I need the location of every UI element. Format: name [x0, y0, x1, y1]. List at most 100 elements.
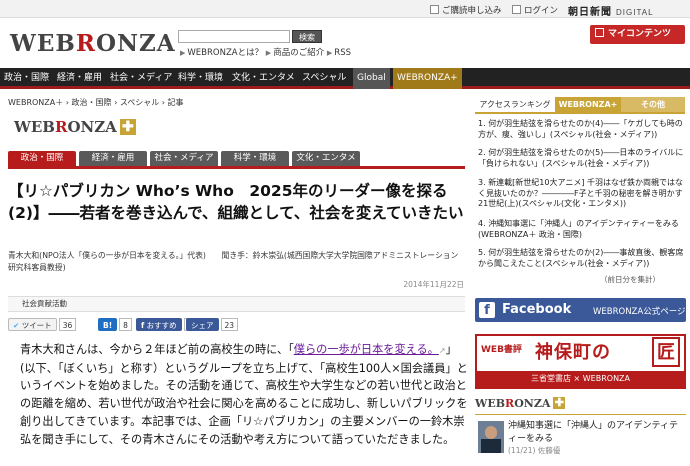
nav-item-special[interactable]: スペシャル	[302, 68, 346, 89]
register-icon	[430, 5, 439, 14]
tab-science[interactable]: 科学・環境	[221, 151, 289, 166]
logo-part: WEB	[10, 30, 76, 57]
ranking-number: 5	[478, 248, 484, 257]
logo-part: ONZA	[67, 118, 117, 136]
hatena-count: 8	[119, 318, 132, 331]
ranking-text: 沖縄知事選に「沖縄人」のアイデンティティーをみる(WEBRONZA＋ 政治・国際…	[478, 219, 679, 239]
logo-part: R	[505, 397, 515, 410]
nav-item-economy[interactable]: 経済・雇用	[57, 68, 102, 89]
site-logo[interactable]: WEBRONZA	[10, 30, 176, 57]
ranking-text: 新連載[新世紀10大アニメ] 千羽はなぜ鉄か両親ではなく見抜いたのか？――――F…	[478, 178, 683, 208]
ranking-text: 何が羽生結弦を滑らせたのか(2)――事故直後、観客席から聞こえたこと(スペシャル…	[478, 248, 684, 268]
bag-icon	[595, 28, 604, 37]
webronza-plus-logo-small: WEBRONZA ✚	[475, 396, 566, 410]
logo-part: WEB	[14, 118, 55, 136]
nav-item-webronza-plus[interactable]: WEBRONZA+	[393, 68, 462, 89]
fb-like-button[interactable]: f おすすめ	[136, 318, 182, 331]
logo-part: R	[54, 118, 68, 136]
products-link[interactable]: 商品のご紹介	[273, 48, 324, 58]
tweet-widget[interactable]: ✔ ツイート 36	[8, 318, 77, 331]
facebook-subtitle: WEBRONZA公式ページ	[593, 307, 686, 317]
featured-meta: (11/21) 佐藤優	[508, 446, 561, 455]
search-button[interactable]: 検索	[292, 30, 322, 43]
rss-link[interactable]: RSS	[334, 48, 351, 58]
article-author: 青木大和(NPO法人「僕らの一歩が日本を変える。」代表) 聞き手：鈴木崇弘(城西…	[8, 251, 459, 272]
webronza-plus-logo: WEBRONZA ✚	[14, 118, 136, 136]
plus-icon: ✚	[553, 396, 566, 409]
header-links: ▶ WEBRONZAとは？ ▶ 商品のご紹介 ▶ RSS	[180, 46, 351, 58]
logo-part: WEB	[475, 397, 506, 410]
jinbo-banner[interactable]: WEB書評 神保町の 匠 三省堂書店 × WEBRONZA	[475, 334, 686, 389]
tab-webronza-plus[interactable]: WEBRONZA+	[555, 97, 621, 112]
register-label: ご購読申し込み	[442, 6, 502, 16]
triangle-icon: ▶	[265, 49, 272, 57]
featured-article[interactable]: 沖縄知事選に「沖縄人」のアイデンティティーをみる (11/21) 佐藤優	[508, 420, 686, 458]
mycontents-button[interactable]: マイコンテンツ	[590, 25, 685, 44]
ranking-item[interactable]: 3. 新連載[新世紀10大アニメ] 千羽はなぜ鉄か両親ではなく見抜いたのか？――…	[478, 178, 686, 210]
photo-head	[485, 426, 497, 439]
login-link[interactable]: ログイン	[512, 4, 558, 16]
nav-item-politics[interactable]: 政治・国際	[4, 68, 49, 89]
breadcrumb[interactable]: WEBRONZA＋ › 政治・国際 › スペシャル › 記事	[8, 97, 184, 108]
plus-icon: ✚	[119, 119, 136, 135]
ranking-number: 4	[478, 219, 484, 228]
ranking-note: （前日分を集計）	[600, 275, 660, 284]
search-input[interactable]	[178, 30, 290, 43]
facebook-icon: f	[479, 302, 495, 318]
logo-part: R	[75, 30, 96, 57]
hatena-widget[interactable]: B! 8	[98, 318, 132, 331]
login-label: ログイン	[524, 6, 559, 16]
share-button[interactable]: シェア	[186, 318, 219, 331]
ranking-item[interactable]: 5. 何が羽生結弦を滑らせたのか(2)――事故直後、観客席から聞こえたこと(スペ…	[478, 248, 686, 269]
tab-politics[interactable]: 政治・国際	[8, 151, 76, 166]
facebook-banner[interactable]: f Facebook WEBRONZA公式ページ	[475, 298, 686, 322]
facebook-title: Facebook	[502, 302, 572, 317]
nav-item-global[interactable]: Global	[353, 68, 390, 89]
share-widget[interactable]: シェア 23	[186, 318, 239, 331]
register-link[interactable]: ご購読申し込み	[430, 4, 502, 16]
tab-economy[interactable]: 経済・雇用	[79, 151, 147, 166]
ranking-item[interactable]: 4. 沖縄知事選に「沖縄人」のアイデンティティーをみる(WEBRONZA＋ 政治…	[478, 219, 686, 240]
tab-society[interactable]: 社会・メディア	[150, 151, 218, 166]
sidebar-divider	[475, 112, 685, 114]
triangle-icon: ▶	[326, 49, 333, 57]
utility-bar: ご購読申し込み ログイン 朝日新聞 DIGITAL	[0, 0, 690, 18]
fb-like-label: おすすめ	[146, 321, 177, 330]
tab-ranking[interactable]: アクセスランキング	[475, 97, 555, 112]
tweet-button[interactable]: ✔ ツイート	[8, 318, 57, 331]
jinbo-title: 神保町の	[535, 342, 611, 363]
ranking-item[interactable]: 1. 何が羽生結弦を滑らせたのか(4)――「ケガしても時の方が、痩、強いし」(ス…	[478, 119, 686, 140]
facebook-icon: f	[141, 321, 145, 330]
body-text-part: 」(以下、「ぼくいち」と称す）というグループを立ち上げて、「高校生100人×国会…	[20, 343, 468, 446]
share-count: 23	[220, 318, 239, 331]
triangle-icon: ▶	[180, 49, 186, 57]
about-link[interactable]: WEBRONZAとは？	[187, 48, 263, 58]
jinbo-kanji: 匠	[652, 337, 680, 367]
login-icon	[512, 5, 521, 14]
article-tag[interactable]: 社会貢献活動	[8, 296, 465, 312]
tab-culture[interactable]: 文化・エンタメ	[292, 151, 360, 166]
nav-item-society[interactable]: 社会・メディア	[110, 68, 172, 89]
ranking-number: 3	[478, 178, 484, 187]
sidebar-tabs: アクセスランキング WEBRONZA+ その他	[475, 97, 685, 112]
nav-item-culture[interactable]: 文化・エンタメ	[232, 68, 295, 89]
article-date: 2014年11月22日	[403, 280, 464, 289]
ranking-item[interactable]: 2. 何が羽生結弦を滑らせたのか(5)――日本のライバルに「負けられない」(スペ…	[478, 148, 686, 169]
digital-label: DIGITAL	[616, 8, 654, 17]
asahi-label: 朝日新聞	[568, 7, 612, 18]
ranking-number: 2	[478, 148, 484, 157]
tab-other[interactable]: その他	[621, 97, 685, 112]
external-link-icon: ↗	[438, 346, 446, 355]
author-photo[interactable]	[478, 421, 504, 453]
body-link[interactable]: 僕らの一歩が日本を変える。	[294, 343, 439, 356]
ranking-text: 何が羽生結弦を滑らせたのか(4)――「ケガしても時の方が、痩、強いし」(スペシャ…	[478, 119, 683, 139]
jinbo-label: WEB書評	[481, 345, 522, 355]
hatena-button[interactable]: B!	[98, 318, 118, 331]
nav-item-science[interactable]: 科学・環境	[178, 68, 223, 89]
article-title: 【リ☆パブリカン Who’s Who 2025年のリーダー像を探る(2)】――若…	[8, 182, 464, 222]
ranking-text: 何が羽生結弦を滑らせたのか(5)――日本のライバルに「負けられない」(スペシャル…	[478, 148, 684, 168]
asahi-digital-logo[interactable]: 朝日新聞 DIGITAL	[568, 3, 654, 18]
bird-icon: ✔	[13, 321, 20, 330]
body-text-part: 青木大和さんは、今から２年ほど前の高校生の時に、「	[20, 343, 294, 356]
article-body: 青木大和さんは、今から２年ほど前の高校生の時に、「僕らの一歩が日本を変える。↗」…	[20, 341, 468, 448]
